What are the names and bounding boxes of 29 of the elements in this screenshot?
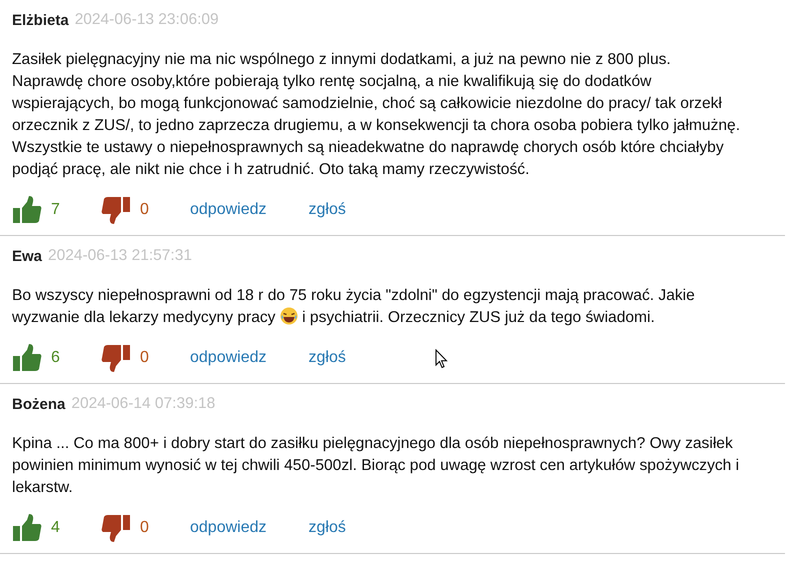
comment-text: Zasiłek pielęgnacyjny nie ma nic wspólnego z innymi dodatkami, a już na pewno nie z 800 plus. Naprawdę chore osoby,które pobierają tylko rentę socjalną, a nie kwalifikują się do dodatków wspierających, bo mogą funkcjonować samodzielnie, choć są całkowicie niezdolne do pracy/ tak orzekł orzecznik z ZUS/, to jedno zaprzecza drugiemu, a w konsekwencji ta chora osoba pobiera tylko jałmużnę. Wszystkie te ustawy o niepełnosprawnych są nieadekwatne do naprawdę chorych osób które chciałyby podjąć pracę, ale nikt nie chce i h zatrudnić. Oto taką mamy rzeczywistość. — [12, 50, 742, 180]
comment-author: Ewa — [12, 248, 42, 264]
like-count: 6 — [51, 349, 60, 367]
thumbs-down-icon[interactable] — [101, 514, 131, 542]
mouse-pointer-icon — [435, 349, 448, 369]
report-link[interactable]: zgłoś — [308, 201, 346, 219]
thumbs-up-icon[interactable] — [12, 514, 42, 542]
comment-author: Elżbieta — [12, 12, 69, 28]
thumbs-down-icon[interactable] — [101, 344, 131, 372]
report-link[interactable]: zgłoś — [308, 519, 346, 537]
comment-text: Bo wszyscy niepełnosprawni od 18 r do 75 roku życia "zdolni" do egzystencji mają pracować. Jakie wyzwanie dla lekarzy medycyny pracy i psychiatrii. Orzecznicy ZUS już da tego świadomi. — [12, 286, 696, 328]
dislike-count: 0 — [140, 519, 149, 537]
report-link[interactable]: zgłoś — [308, 349, 346, 367]
dislike-count: 0 — [140, 349, 149, 367]
reply-link[interactable]: odpowiedz — [190, 519, 266, 537]
reply-link[interactable]: odpowiedz — [190, 201, 266, 219]
thumbs-up-icon[interactable] — [12, 344, 42, 372]
comment-text: Kpina ... Co ma 800+ i dobry start do zasiłku pielęgnacyjnego dla osób niepełnosprawnych? Owy zasiłek powinien minimum wynosić w tej chwili 450-500zl. Biorąc pod uwagę wzrost cen artykułów spożywczych i lekarstw. — [12, 434, 740, 498]
comment-date: 2024-06-13 23:06:09 — [74, 11, 219, 29]
reply-link[interactable]: odpowiedz — [190, 349, 266, 367]
like-count: 7 — [51, 201, 60, 219]
thumbs-down-icon[interactable] — [101, 196, 131, 224]
comment-date: 2024-06-14 07:39:18 — [71, 395, 216, 413]
comment-author: Bożena — [12, 396, 66, 412]
laughing-emoji-icon — [280, 307, 298, 325]
dislike-count: 0 — [140, 201, 149, 219]
like-count: 4 — [51, 519, 60, 537]
comment-date: 2024-06-13 21:57:31 — [48, 247, 192, 265]
thumbs-up-icon[interactable] — [12, 196, 42, 224]
